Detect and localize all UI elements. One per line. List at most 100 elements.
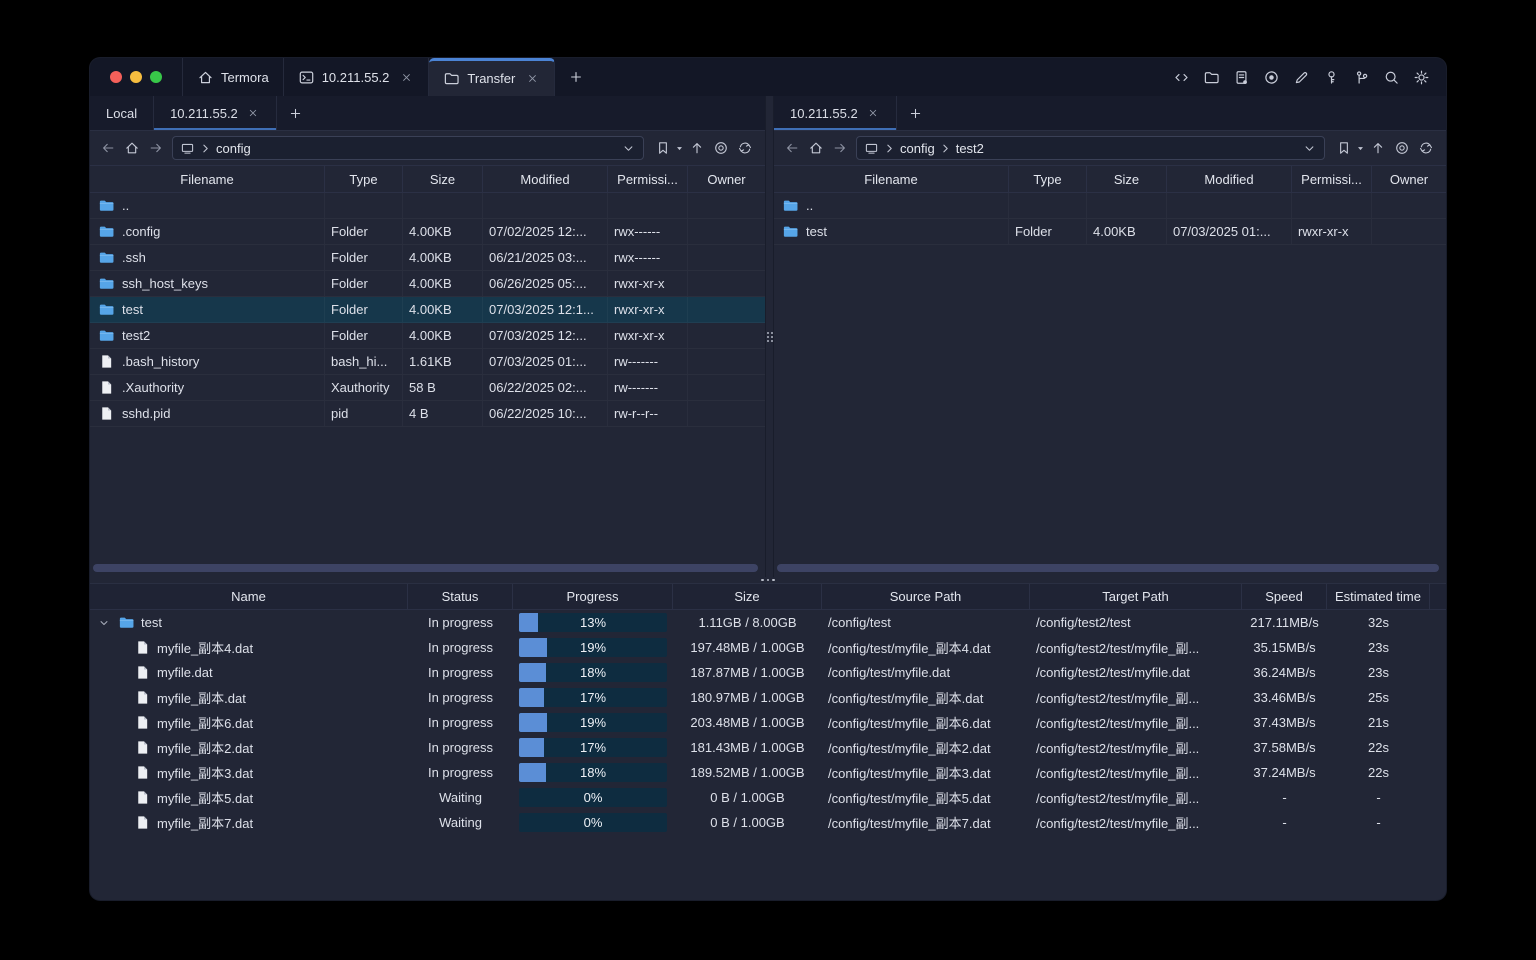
maximize-window-button[interactable] — [150, 71, 162, 83]
transfer-row[interactable]: myfile_副本3.dat In progress 18% 189.52MB / 1… — [90, 760, 1446, 785]
app-tab-10-211-55-2[interactable]: 10.211.55.2 — [284, 58, 430, 96]
file-row[interactable]: .ssh Folder 4.00KB 06/21/2025 03:... rwx----… — [90, 245, 765, 271]
transfer-row[interactable]: myfile_副本6.dat In progress 19% 203.48MB / 1… — [90, 710, 1446, 735]
progress-bar: 19% — [519, 713, 667, 732]
app-tab-termora[interactable]: Termora — [182, 58, 284, 96]
transfer-row[interactable]: myfile_副本7.dat Waiting 0% 0 B / 1.00GB/conf… — [90, 810, 1446, 835]
right-home-button[interactable] — [804, 136, 828, 160]
path-dropdown-icon[interactable] — [1302, 141, 1317, 156]
transfer-column-header-size[interactable]: Size — [673, 584, 822, 609]
right-path-field[interactable]: config test2 — [856, 136, 1325, 160]
search-button[interactable] — [1378, 64, 1404, 90]
transfer-column-header-estimated-time[interactable]: Estimated time — [1327, 584, 1430, 609]
file-row[interactable]: .Xauthority Xauthority 58 B 06/22/2025 02:.… — [90, 375, 765, 401]
transfer-column-header-name[interactable]: Name — [90, 584, 408, 609]
expand-chevron-icon[interactable] — [96, 615, 112, 631]
transfer-column-header-progress[interactable]: Progress — [513, 584, 673, 609]
modified-cell: 07/03/2025 12:1... — [483, 297, 608, 322]
transfer-row[interactable]: myfile_副本.dat In progress 17% 180.97MB / 1.… — [90, 685, 1446, 710]
document-button[interactable] — [1228, 64, 1254, 90]
right-horizontal-scrollbar[interactable] — [777, 564, 1439, 572]
right-back-button[interactable] — [780, 136, 804, 160]
column-header-owner[interactable]: Owner — [688, 166, 765, 192]
type-cell: bash_hi... — [325, 349, 403, 374]
left-forward-button[interactable] — [144, 136, 168, 160]
left-back-button[interactable] — [96, 136, 120, 160]
right-parent-dir-button[interactable] — [1366, 136, 1390, 160]
file-row[interactable]: .. — [774, 193, 1446, 219]
transfer-column-header-target-path[interactable]: Target Path — [1030, 584, 1242, 609]
right-show-hidden-button[interactable] — [1390, 136, 1414, 160]
right-panel-new-tab-button[interactable] — [897, 96, 935, 130]
minimize-window-button[interactable] — [130, 71, 142, 83]
record-button[interactable] — [1258, 64, 1284, 90]
transfer-column-header-status[interactable]: Status — [408, 584, 513, 609]
branch-button[interactable] — [1348, 64, 1374, 90]
pencil-button[interactable] — [1288, 64, 1314, 90]
left-horizontal-scrollbar[interactable] — [93, 564, 758, 572]
transfer-column-header-source-path[interactable]: Source Path — [822, 584, 1030, 609]
transfer-row[interactable]: myfile_副本2.dat In progress 17% 181.43MB / 1… — [90, 735, 1446, 760]
folder-button[interactable] — [1198, 64, 1224, 90]
right-bookmark-button[interactable] — [1332, 136, 1356, 160]
column-header-filename[interactable]: Filename — [774, 166, 1009, 192]
right-forward-button[interactable] — [828, 136, 852, 160]
left-bookmark-dropdown[interactable] — [675, 141, 685, 155]
left-bookmark-button[interactable] — [651, 136, 675, 160]
file-row[interactable]: test Folder 4.00KB 07/03/2025 12:1... rwxr-x… — [90, 297, 765, 323]
right-refresh-button[interactable] — [1414, 136, 1438, 160]
gear-button[interactable] — [1408, 64, 1434, 90]
column-header-owner[interactable]: Owner — [1372, 166, 1446, 192]
breadcrumb-segment[interactable]: config — [216, 141, 251, 156]
column-header-size[interactable]: Size — [403, 166, 483, 192]
file-row[interactable]: ssh_host_keys Folder 4.00KB 06/26/2025 05:.… — [90, 271, 765, 297]
file-row[interactable]: .bash_history bash_hi... 1.61KB 07/03/2025 … — [90, 349, 765, 375]
close-window-button[interactable] — [110, 71, 122, 83]
vertical-splitter[interactable] — [765, 96, 774, 577]
left-path-field[interactable]: config — [172, 136, 644, 160]
code-button[interactable] — [1168, 64, 1194, 90]
close-tab-icon[interactable] — [399, 70, 414, 85]
right-bookmark-dropdown[interactable] — [1356, 141, 1366, 155]
app-tab-transfer[interactable]: Transfer — [429, 58, 556, 96]
left-show-hidden-button[interactable] — [709, 136, 733, 160]
file-row[interactable]: .config Folder 4.00KB 07/02/2025 12:... rwx-… — [90, 219, 765, 245]
transfer-row[interactable]: myfile_副本5.dat Waiting 0% 0 B / 1.00GB/conf… — [90, 785, 1446, 810]
transfer-progress-cell: 18% — [513, 660, 673, 685]
left-refresh-button[interactable] — [733, 136, 757, 160]
column-header-size[interactable]: Size — [1087, 166, 1167, 192]
transfer-row[interactable]: myfile_副本4.dat In progress 19% 197.48MB / 1… — [90, 635, 1446, 660]
file-row[interactable]: .. — [90, 193, 765, 219]
column-header-modified[interactable]: Modified — [1167, 166, 1292, 192]
transfer-column-header-speed[interactable]: Speed — [1242, 584, 1327, 609]
traffic-lights — [90, 58, 182, 96]
close-tab-icon[interactable] — [246, 106, 260, 120]
close-tab-icon[interactable] — [866, 106, 880, 120]
file-row[interactable]: test2 Folder 4.00KB 07/03/2025 12:... rwxr-x… — [90, 323, 765, 349]
close-tab-icon[interactable] — [525, 71, 540, 86]
new-tab-button[interactable] — [555, 58, 597, 96]
column-header-type[interactable]: Type — [325, 166, 403, 192]
left-parent-dir-button[interactable] — [685, 136, 709, 160]
column-header-permissi[interactable]: Permissi... — [1292, 166, 1372, 192]
transfer-eta-cell: 22s — [1368, 765, 1389, 780]
type-cell: Folder — [325, 219, 403, 244]
column-header-permissi[interactable]: Permissi... — [608, 166, 688, 192]
breadcrumb-segment[interactable]: config — [900, 141, 935, 156]
column-header-modified[interactable]: Modified — [483, 166, 608, 192]
right-panel-tab-10-211-55-2[interactable]: 10.211.55.2 — [774, 96, 897, 130]
left-panel-tab-10-211-55-2[interactable]: 10.211.55.2 — [154, 96, 277, 130]
column-header-type[interactable]: Type — [1009, 166, 1087, 192]
transfer-row[interactable]: myfile.dat In progress 18% 187.87MB / 1.00G… — [90, 660, 1446, 685]
column-header-filename[interactable]: Filename — [90, 166, 325, 192]
left-panel-tab-local[interactable]: Local — [90, 96, 155, 130]
file-row[interactable]: sshd.pid pid 4 B 06/22/2025 10:... rw-r--r-- — [90, 401, 765, 427]
transfer-row[interactable]: test In progress 13% 1.11GB / 8.00GB/config… — [90, 610, 1446, 635]
file-row[interactable]: test Folder 4.00KB 07/03/2025 01:... rwxr-xr… — [774, 219, 1446, 245]
key-button[interactable] — [1318, 64, 1344, 90]
left-panel-new-tab-button[interactable] — [277, 96, 315, 130]
titlebar: Termora 10.211.55.2 Transfer — [90, 58, 1446, 96]
breadcrumb-segment[interactable]: test2 — [956, 141, 984, 156]
path-dropdown-icon[interactable] — [621, 141, 636, 156]
left-home-button[interactable] — [120, 136, 144, 160]
